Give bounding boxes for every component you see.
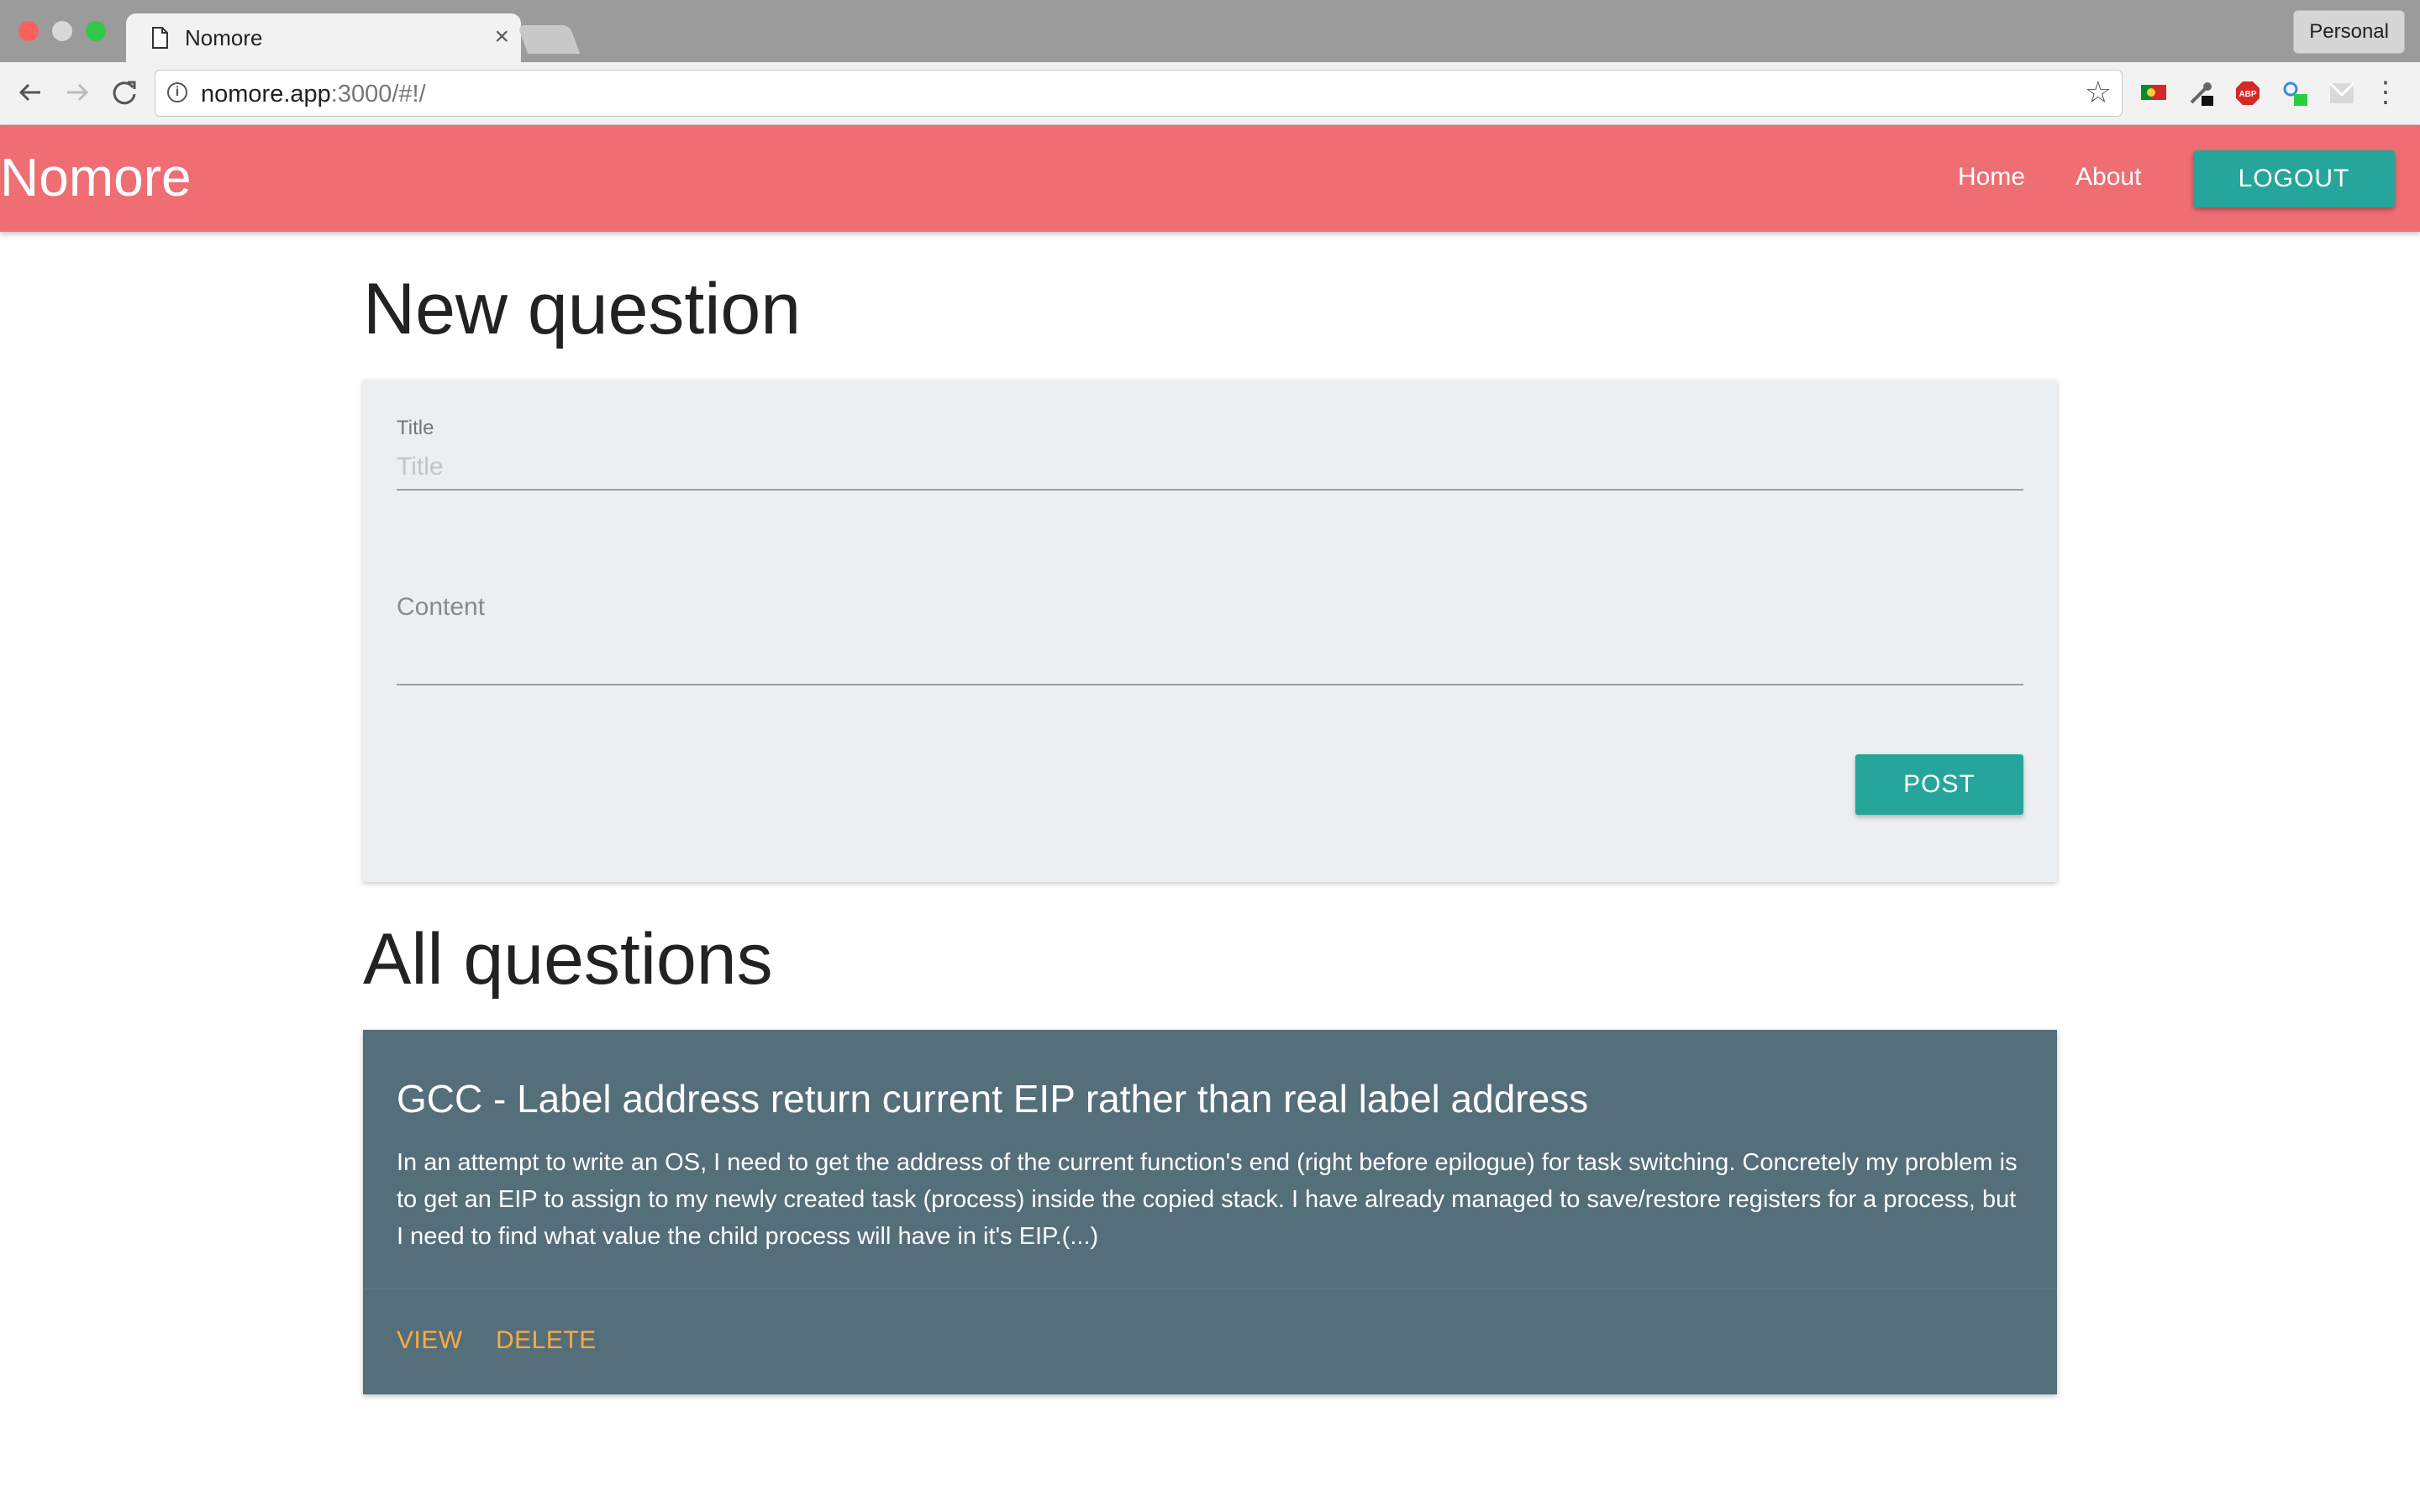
nav-link-about[interactable]: About xyxy=(2075,160,2141,194)
url-host: nomore.app xyxy=(201,81,331,108)
tab-title: Nomore xyxy=(185,25,263,50)
address-bar[interactable]: i nomore.app:3000/#!/ ☆ xyxy=(155,70,2123,117)
document-icon xyxy=(152,27,168,49)
reload-icon[interactable] xyxy=(106,74,143,111)
browser-tab-strip: Nomore × Personal xyxy=(0,0,2420,62)
url-text[interactable]: nomore.app:3000/#!/ xyxy=(201,81,426,108)
question-card: GCC - Label address return current EIP r… xyxy=(363,1030,2057,1394)
title-field-label: Title xyxy=(397,417,434,439)
info-icon[interactable]: i xyxy=(167,82,187,102)
new-tab-button[interactable] xyxy=(517,25,581,54)
browser-toolbar: i nomore.app:3000/#!/ ☆ ABP ⋮ xyxy=(0,62,2420,125)
new-question-heading: New question xyxy=(363,269,802,349)
eyedropper-icon[interactable] xyxy=(2186,79,2215,108)
all-questions-heading: All questions xyxy=(363,919,773,1000)
app-navbar: Nomore Home About LOGOUT xyxy=(0,125,2420,232)
adblock-icon[interactable]: ABP xyxy=(2233,79,2262,108)
post-button[interactable]: POST xyxy=(1855,754,2023,815)
window-close-button[interactable] xyxy=(18,21,39,41)
logout-button[interactable]: LOGOUT xyxy=(2193,150,2395,207)
content-field-label: Content xyxy=(397,593,486,621)
nav-link-home[interactable]: Home xyxy=(1958,160,2025,194)
url-path: :3000/#!/ xyxy=(330,81,426,108)
extension-icon[interactable] xyxy=(2328,79,2356,108)
title-input[interactable] xyxy=(397,445,2023,491)
profile-button[interactable]: Personal xyxy=(2293,10,2405,54)
question-title: GCC - Label address return current EIP r… xyxy=(397,1077,1589,1121)
bookmark-star-icon[interactable]: ☆ xyxy=(2085,76,2112,109)
browser-tab[interactable]: Nomore × xyxy=(126,13,521,62)
new-question-form: Title Content POST xyxy=(363,380,2057,882)
delete-link[interactable]: DELETE xyxy=(496,1326,597,1356)
content-input[interactable] xyxy=(397,628,2023,685)
svg-text:ABP: ABP xyxy=(2238,90,2256,99)
view-link[interactable]: VIEW xyxy=(397,1326,463,1356)
brand-logo[interactable]: Nomore xyxy=(0,145,192,209)
window-maximize-button[interactable] xyxy=(86,21,106,41)
portugal-flag-icon[interactable] xyxy=(2139,79,2168,108)
window-minimize-button[interactable] xyxy=(52,21,72,41)
back-arrow-icon[interactable] xyxy=(12,74,49,111)
browser-menu-icon[interactable]: ⋮ xyxy=(2371,77,2400,108)
tab-close-icon[interactable]: × xyxy=(494,24,509,50)
forward-arrow-icon[interactable] xyxy=(59,74,96,111)
question-excerpt: In an attempt to write an OS, I need to … xyxy=(397,1149,2018,1250)
counter-extension-icon[interactable] xyxy=(2281,79,2309,108)
